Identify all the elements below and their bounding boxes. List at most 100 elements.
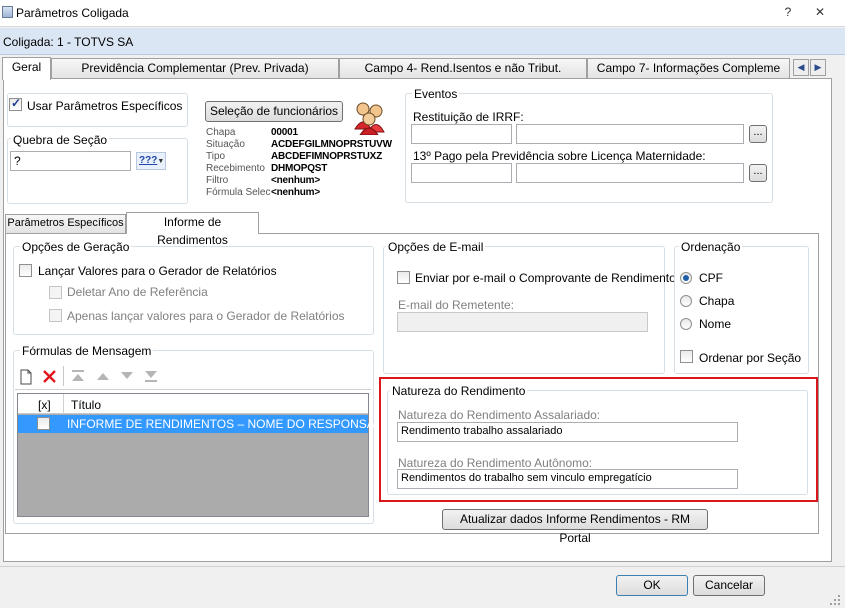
move-down-icon[interactable]: [120, 369, 134, 383]
tab-campo4[interactable]: Campo 4- Rend.Isentos e não Tribut.: [339, 58, 587, 79]
users-icon: [354, 102, 385, 135]
grid-col-check: [x]: [38, 398, 51, 412]
eventos-group: Eventos Restituição de IRRF: ... 13º Pag…: [405, 87, 773, 203]
formula-selec-value: <nenhum>: [271, 187, 320, 198]
tab-geral[interactable]: Geral: [2, 57, 51, 80]
order-section-label: Ordenar por Seção: [699, 351, 802, 365]
order-cpf-label: CPF: [699, 271, 723, 285]
autonomo-input[interactable]: Rendimentos do trabalho sem vinculo empr…: [397, 469, 738, 489]
email-group: Opções de E-mail Enviar por e-mail o Com…: [383, 240, 682, 374]
send-email-checkbox[interactable]: [397, 271, 410, 284]
irrf-label: Restituição de IRRF:: [413, 110, 524, 124]
filtro-label: Filtro: [206, 175, 229, 186]
deletar-ano-label: Deletar Ano de Referência: [67, 285, 208, 299]
formulas-title: Fórmulas de Mensagem: [20, 344, 154, 358]
ordenacao-title: Ordenação: [679, 240, 743, 254]
row-title: INFORME DE RENDIMENTOS – NOME DO RESPONS…: [67, 417, 400, 431]
formula-selec-label: Fórmula Selec: [206, 187, 271, 198]
resize-grip-icon[interactable]: [829, 594, 841, 606]
sender-email-input[interactable]: [397, 312, 648, 332]
situacao-value: ACDEFGILMNOPRSTUVW: [271, 139, 392, 150]
order-section-checkbox[interactable]: [680, 350, 693, 363]
use-params-group: Usar Parâmetros Específicos: [7, 93, 188, 127]
decimo-label: 13º Pago pela Previdência sobre Licença …: [413, 149, 706, 163]
decimo-desc-input[interactable]: [516, 163, 744, 183]
decimo-code-input[interactable]: [411, 163, 512, 183]
tab-scroll-left-icon[interactable]: ◀: [793, 59, 809, 76]
recebimento-value: DHMOPQST: [271, 163, 328, 174]
row-checkbox[interactable]: [37, 417, 50, 430]
order-cpf-radio[interactable]: [680, 272, 692, 284]
situacao-label: Situação: [206, 139, 245, 150]
recebimento-label: Recebimento: [206, 163, 265, 174]
tipo-label: Tipo: [206, 151, 226, 162]
move-bottom-icon[interactable]: [144, 369, 158, 383]
irrf-code-input[interactable]: [411, 124, 512, 144]
window-title: Parâmetros Coligada: [16, 6, 129, 20]
table-row[interactable]: INFORME DE RENDIMENTOS – NOME DO RESPONS…: [18, 415, 400, 433]
filtro-value: <nenhum>: [271, 175, 320, 186]
chevron-down-icon: ▼: [157, 158, 165, 165]
subtab-parametros[interactable]: Parâmetros Específicos: [5, 214, 126, 233]
section-break-input[interactable]: ?: [10, 151, 131, 171]
apenas-lancar-label: Apenas lançar valores para o Gerador de …: [67, 309, 345, 323]
close-button[interactable]: ✕: [812, 5, 828, 19]
eventos-title: Eventos: [412, 87, 460, 101]
lookup-button[interactable]: ???▼: [136, 152, 166, 170]
order-nome-radio[interactable]: [680, 318, 692, 330]
lancar-valores-checkbox[interactable]: [19, 264, 32, 277]
assalariado-input[interactable]: Rendimento trabalho assalariado: [397, 422, 738, 442]
main-tabstrip: Geral Previdência Complementar (Prev. Pr…: [0, 57, 845, 80]
deletar-ano-checkbox[interactable]: [49, 286, 62, 299]
lookup-label: ???: [139, 155, 158, 166]
tab-previdencia[interactable]: Previdência Complementar (Prev. Privada): [51, 58, 339, 79]
move-up-icon[interactable]: [96, 369, 110, 383]
assalariado-label: Natureza do Rendimento Assalariado:: [398, 408, 601, 422]
section-break-title: Quebra de Seção: [11, 133, 110, 147]
update-informe-button[interactable]: Atualizar dados Informe Rendimentos - RM…: [442, 509, 708, 545]
natureza-title: Natureza do Rendimento: [390, 384, 528, 398]
lancar-valores-label: Lançar Valores para o Gerador de Relatór…: [38, 264, 277, 278]
autonomo-label: Natureza do Rendimento Autônomo:: [398, 456, 593, 470]
section-break-group: Quebra de Seção ? ???▼: [7, 133, 188, 204]
delete-icon[interactable]: [42, 369, 57, 384]
help-button[interactable]: ?: [780, 5, 796, 19]
chapa-label: Chapa: [206, 127, 236, 138]
move-top-icon[interactable]: [71, 369, 85, 383]
grid-col-divider: [63, 394, 64, 414]
send-email-label: Enviar por e-mail o Comprovante de Rendi…: [415, 271, 682, 285]
coligada-bar: Coligada: 1 - TOTVS SA: [0, 28, 845, 55]
footer-divider: [0, 566, 845, 567]
decimo-lookup-button[interactable]: ...: [749, 164, 767, 182]
ok-button[interactable]: OK: [616, 575, 688, 596]
app-icon: [2, 6, 13, 18]
new-document-icon[interactable]: [19, 369, 33, 385]
cancel-button[interactable]: Cancelar: [693, 575, 765, 596]
employee-selection-button[interactable]: Seleção de funcionários: [205, 101, 343, 122]
geracao-title: Opções de Geração: [20, 240, 132, 254]
sender-email-label: E-mail do Remetente:: [398, 298, 515, 312]
ordenacao-group: Ordenação CPF Chapa Nome Ordenar por Seç…: [674, 240, 809, 374]
title-bar: Parâmetros Coligada ? ✕: [0, 0, 845, 27]
grid-col-title: Título: [71, 398, 102, 412]
apenas-lancar-checkbox[interactable]: [49, 309, 62, 322]
order-chapa-radio[interactable]: [680, 295, 692, 307]
chapa-value: 00001: [271, 127, 298, 138]
order-nome-label: Nome: [699, 317, 732, 331]
toolbar-separator: [63, 366, 64, 386]
tab-campo7[interactable]: Campo 7- Informações Compleme: [587, 58, 790, 79]
natureza-group: Natureza do Rendimento Natureza do Rendi…: [387, 384, 808, 495]
toolbar-divider: [15, 389, 371, 390]
subtab-informe[interactable]: Informe de Rendimentos: [126, 212, 259, 247]
grid-header: [x] Título: [18, 394, 368, 414]
use-specific-params-label: Usar Parâmetros Específicos: [27, 99, 183, 113]
email-title: Opções de E-mail: [386, 240, 486, 254]
coligada-label: Coligada: 1 - TOTVS SA: [3, 35, 134, 49]
use-specific-params-checkbox[interactable]: [9, 96, 22, 111]
order-chapa-label: Chapa: [699, 294, 735, 308]
formulas-grid: [x] Título INFORME DE RENDIMENTOS – NOME…: [17, 393, 400, 517]
irrf-desc-input[interactable]: [516, 124, 744, 144]
irrf-lookup-button[interactable]: ...: [749, 125, 767, 143]
tab-scroll-right-icon[interactable]: ▶: [810, 59, 826, 76]
geracao-group: Opções de Geração Lançar Valores para o …: [13, 240, 374, 335]
